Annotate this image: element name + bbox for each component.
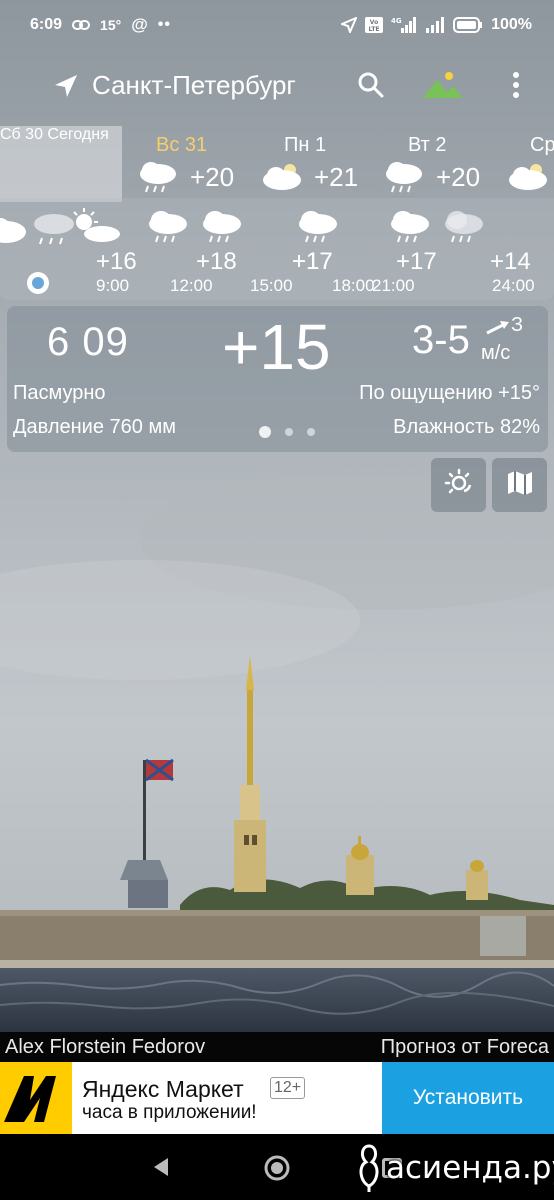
hour-temp: +16 <box>96 248 137 275</box>
page-dot <box>307 428 315 436</box>
nav-back-icon[interactable] <box>150 1156 172 1183</box>
page-indicator <box>259 426 315 438</box>
page-dot <box>285 428 293 436</box>
humidity: Влажность 82% <box>393 416 540 438</box>
rain-cloud-icon <box>146 208 190 248</box>
day-name: Ср <box>530 134 554 156</box>
location-status-icon <box>341 17 358 33</box>
landscape-theme-icon[interactable] <box>421 68 465 102</box>
hour-time: 9:00 <box>96 276 130 295</box>
cloud-icon <box>262 160 306 194</box>
current-weather-card[interactable]: 6 09 +15 3-5 З м/с Пасмурно По ощущению … <box>7 306 548 452</box>
city-name[interactable]: Санкт-Петербург <box>92 70 296 101</box>
rain-cloud-icon <box>382 160 426 194</box>
map-icon <box>505 468 535 503</box>
hourly-forecast[interactable]: +16 9:00 +18 12:00 +17 15:00 18:00 +17 2… <box>0 198 554 300</box>
day-tab-today[interactable]: Сб 30 Сегодня <box>0 126 122 202</box>
condition-text: Пасмурно <box>13 382 106 404</box>
more-notifications-icon: •• <box>157 16 171 33</box>
day-name: Сб 30 <box>0 126 43 143</box>
current-temperature: +15 <box>222 311 331 383</box>
battery-icon <box>453 17 483 33</box>
rain-cloud-icon <box>388 208 432 248</box>
watermark-logo-icon <box>354 1142 384 1199</box>
at-icon: @ <box>131 15 148 34</box>
map-button[interactable] <box>492 458 547 512</box>
hour-time: 12:00 <box>170 276 213 295</box>
more-vert-icon[interactable] <box>506 68 526 102</box>
hour-time: 15:00 <box>250 276 293 295</box>
svg-text:Vo: Vo <box>370 19 378 26</box>
forecast-source[interactable]: Прогноз от Foreca <box>381 1036 549 1059</box>
page-dot-active <box>259 426 271 438</box>
ad-subtitle: часа в приложении! <box>82 1102 257 1123</box>
wind-direction-arrow-icon <box>485 320 511 336</box>
battery-level: 100% <box>491 16 532 33</box>
cloud-icon <box>508 160 552 194</box>
wind-direction: З <box>511 314 524 336</box>
photo-caption-bar: Alex Florstein Fedorov Прогноз от Foreca <box>0 1032 554 1062</box>
day-temp: +20 <box>190 162 235 192</box>
wind-unit: м/с <box>481 342 511 364</box>
current-time-marker <box>27 272 49 294</box>
hour-temp: +17 <box>292 248 333 275</box>
signal-icon <box>425 16 445 34</box>
day-name: Вт 2 <box>408 134 447 156</box>
hour-temp: +17 <box>396 248 437 275</box>
watermark-text: асиенда.ру <box>386 1150 554 1186</box>
rain-cloud-icon <box>136 160 180 194</box>
rain-cloud-icon <box>200 208 244 248</box>
hour-temp: +14 <box>490 248 531 275</box>
wind-speed: 3-5 <box>412 318 470 362</box>
day-temp: +21 <box>314 162 359 192</box>
hour-time: 24:00 <box>492 276 535 295</box>
cloud-icon <box>0 210 30 250</box>
site-watermark: асиенда.ру <box>350 1140 554 1199</box>
rain-sun-icon <box>32 206 122 250</box>
photo-author[interactable]: Alex Florstein Fedorov <box>5 1036 205 1059</box>
ad-install-button[interactable]: Установить <box>382 1062 554 1134</box>
location-arrow-icon[interactable] <box>52 72 80 100</box>
hour-time: 21:00 <box>372 276 415 295</box>
feels-like: По ощущению +15° <box>359 382 540 404</box>
rain-cloud-icon <box>296 208 340 248</box>
day-today-label: Сегодня <box>47 126 109 143</box>
svg-text:LTE: LTE <box>369 26 380 33</box>
status-bar: 6:09 15° @ •• Vo LTE 4G 100% <box>0 0 554 50</box>
day-name: Пн 1 <box>284 134 327 156</box>
nav-home-icon[interactable] <box>263 1154 291 1182</box>
ad-banner[interactable]: Яндекс Маркет 12+ часа в приложении! Уст… <box>0 1062 554 1134</box>
hour-temp: +18 <box>196 248 237 275</box>
hour-time: 18:00 <box>332 276 375 295</box>
svg-text:4G: 4G <box>391 17 402 25</box>
day-temp: +20 <box>436 162 481 192</box>
current-time: 6 09 <box>47 320 129 364</box>
pressure: Давление 760 мм <box>13 416 176 438</box>
sun-radar-icon <box>444 468 474 503</box>
daily-forecast: Сб 30 Сегодня Вс 31 +20 Пн 1 +21 Вт 2 +2… <box>0 126 554 202</box>
status-time: 6:09 <box>30 16 63 33</box>
search-icon[interactable] <box>356 70 386 100</box>
signal-4g-icon: 4G <box>391 16 417 34</box>
sun-radar-button[interactable] <box>431 458 486 512</box>
status-temp-badge: 15° <box>100 17 122 33</box>
link-icon <box>72 19 91 31</box>
rain-cloud-icon <box>442 208 486 248</box>
app-bar: Санкт-Петербург <box>0 58 554 114</box>
yandex-market-logo-icon <box>0 1062 72 1134</box>
ad-age-rating: 12+ <box>270 1077 306 1099</box>
volte-icon: Vo LTE <box>365 17 384 33</box>
ad-title: Яндекс Маркет <box>82 1076 244 1102</box>
day-name: Вс 31 <box>156 134 208 156</box>
